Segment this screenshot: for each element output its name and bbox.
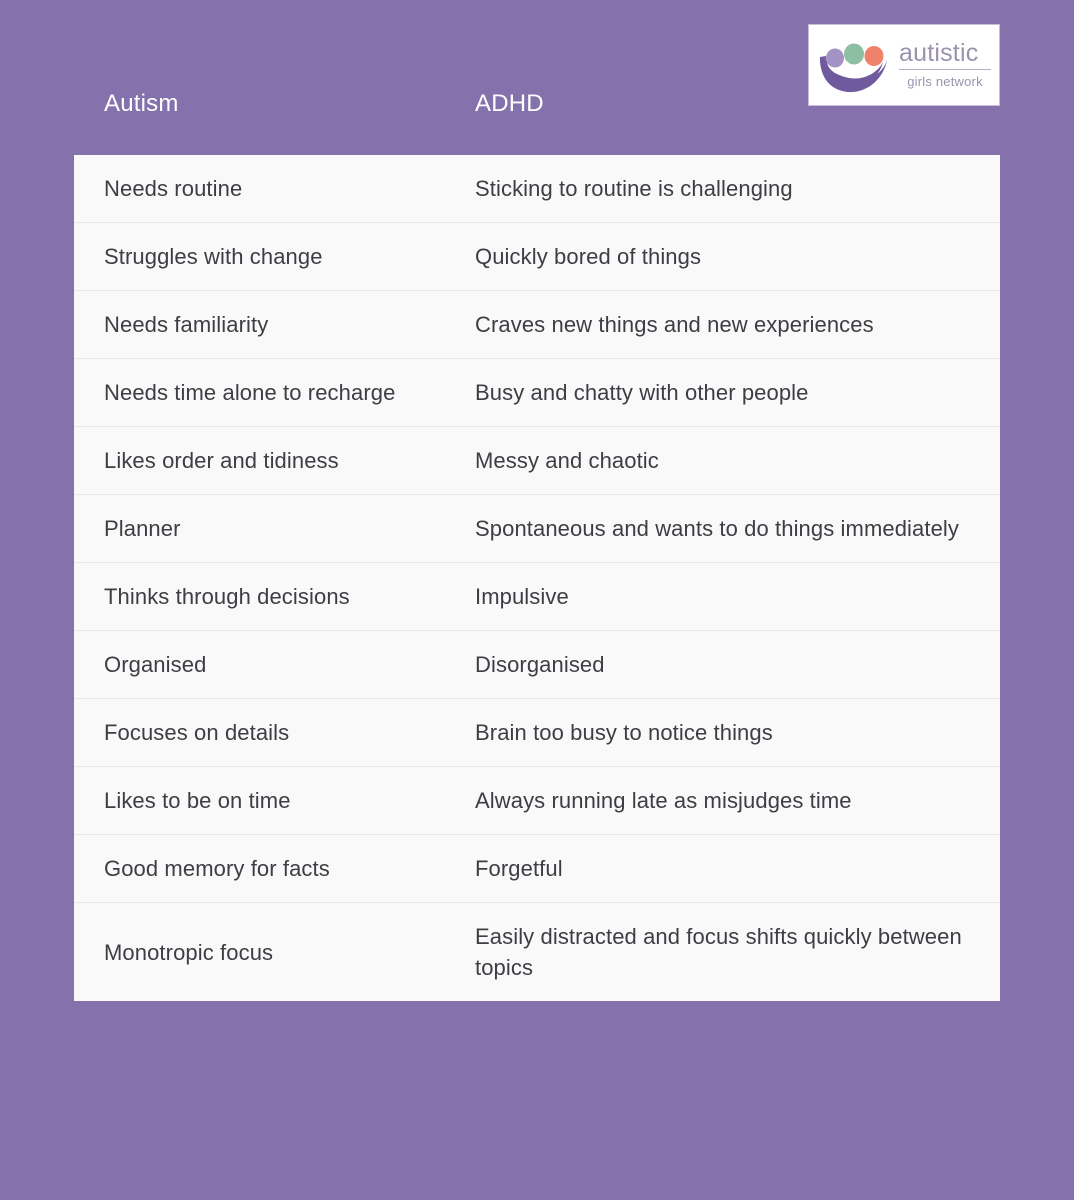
table-row: Needs time alone to recharge Busy and cha…: [74, 359, 1000, 427]
cell-adhd: Easily distracted and focus shifts quick…: [475, 924, 962, 980]
cell-adhd: Spontaneous and wants to do things immed…: [475, 516, 960, 541]
cell-autism: Planner: [104, 516, 181, 541]
table-row: Thinks through decisions Impulsive: [74, 563, 1000, 631]
table-row: Needs routine Sticking to routine is chal…: [74, 155, 1000, 223]
cell-autism: Good memory for facts: [104, 856, 330, 881]
column-header-autism: Autism: [104, 90, 179, 117]
cell-adhd: Sticking to routine is challenging: [475, 176, 793, 201]
table-row: Likes order and tidiness Messy and chaoti…: [74, 427, 1000, 495]
table-row: Good memory for facts Forgetful: [74, 835, 1000, 903]
autism-adhd-comparison-table: Needs routine Sticking to routine is chal…: [74, 155, 1000, 1001]
cell-adhd: Brain too busy to notice things: [475, 720, 773, 745]
cell-adhd: Busy and chatty with other people: [475, 380, 809, 405]
table-row: Organised Disorganised: [74, 631, 1000, 699]
table-row: Likes to be on time Always running late a…: [74, 767, 1000, 835]
table-row: Struggles with change Quickly bored of th…: [74, 223, 1000, 291]
cell-adhd: Disorganised: [475, 652, 605, 677]
cell-autism: Likes order and tidiness: [104, 448, 339, 473]
cell-autism: Focuses on details: [104, 720, 290, 745]
cell-adhd: Always running late as misjudges time: [475, 788, 852, 813]
cell-autism: Struggles with change: [104, 244, 323, 269]
cell-adhd: Forgetful: [475, 856, 563, 881]
table-row: Focuses on details Brain too busy to noti…: [74, 699, 1000, 767]
cell-autism: Needs routine: [104, 176, 243, 201]
column-headers: Autism ADHD: [74, 86, 1000, 130]
cell-autism: Likes to be on time: [104, 788, 291, 813]
logo-word-autistic: autistic: [899, 39, 991, 70]
table-row: Monotropic focus Easily distracted and fo…: [74, 903, 1000, 1001]
cell-autism: Needs time alone to recharge: [104, 380, 396, 405]
cell-autism: Needs familiarity: [104, 312, 269, 337]
logo-wordmark: autistic girls network: [891, 39, 993, 91]
cell-adhd: Craves new things and new experiences: [475, 312, 874, 337]
cell-adhd: Messy and chaotic: [475, 448, 659, 473]
column-header-adhd: ADHD: [475, 90, 544, 117]
table-row: Planner Spontaneous and wants to do thing…: [74, 495, 1000, 563]
cell-autism: Thinks through decisions: [104, 584, 350, 609]
table-row: Needs familiarity Craves new things and n…: [74, 291, 1000, 359]
cell-adhd: Impulsive: [475, 584, 569, 609]
cell-adhd: Quickly bored of things: [475, 244, 702, 269]
cell-autism: Organised: [104, 652, 207, 677]
cell-autism: Monotropic focus: [104, 939, 274, 965]
